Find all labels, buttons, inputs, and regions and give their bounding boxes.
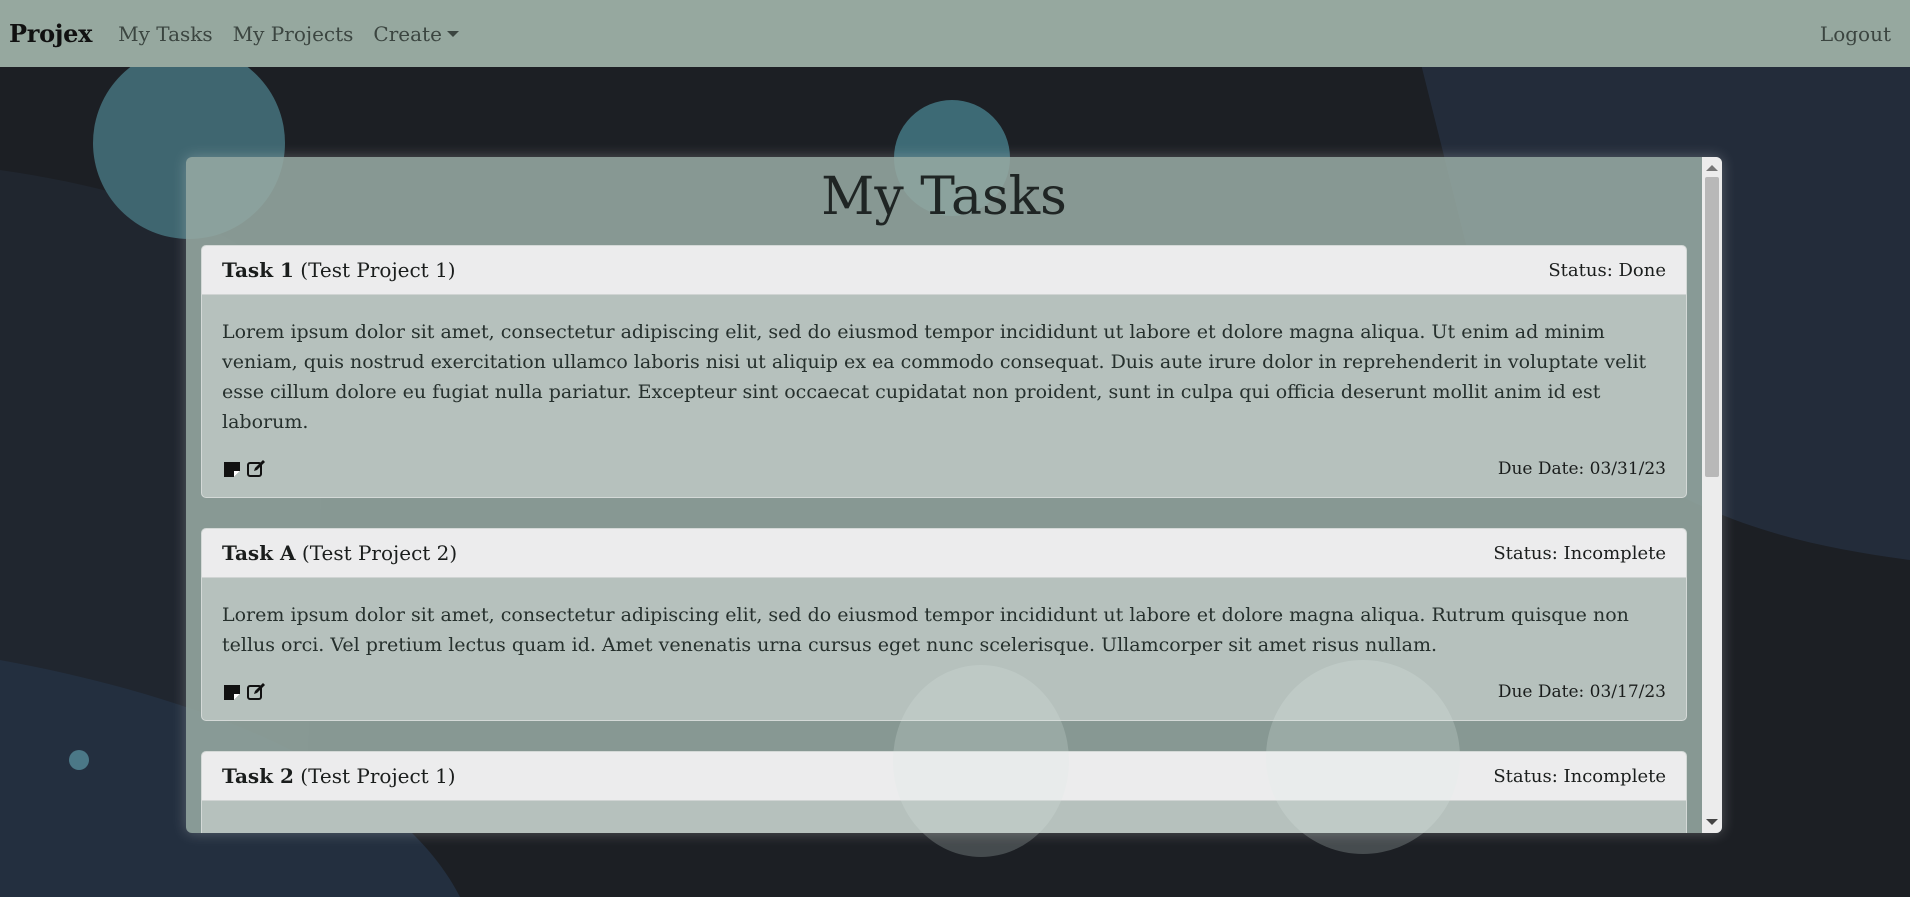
task-status: Status: Incomplete [1493,765,1666,787]
task-description: Lorem ipsum dolor sit amet, consectetur … [222,604,1629,656]
task-status: Status: Incomplete [1493,542,1666,564]
scroll-down-arrow-icon[interactable] [1706,819,1718,825]
task-project: (Test Project 1) [300,258,456,282]
task-title: Task 1 (Test Project 1) [222,258,456,282]
task-card-header: Task 1 (Test Project 1) Status: Done [202,246,1686,295]
scrollbar-thumb[interactable] [1705,177,1719,477]
tasks-panel: My Tasks Task 1 (Test Project 1) Status:… [186,157,1722,833]
edit-icon[interactable] [246,459,266,479]
sticky-note-icon[interactable] [222,459,242,479]
task-title: Task A (Test Project 2) [222,541,457,565]
caret-down-icon [446,30,459,37]
task-card-header: Task A (Test Project 2) Status: Incomple… [202,529,1686,578]
top-navbar: Projex My Tasks My Projects Create Logou… [0,0,1910,67]
scroll-up-arrow-icon[interactable] [1706,165,1718,171]
task-card-body: Lorem ipsum dolor sit amet, consectetur … [202,578,1686,720]
task-card: Task 2 (Test Project 1) Status: Incomple… [201,751,1687,833]
task-actions [222,682,266,702]
task-card-header: Task 2 (Test Project 1) Status: Incomple… [202,752,1686,801]
task-card: Task A (Test Project 2) Status: Incomple… [201,528,1687,721]
task-card-footer: Due Date: 03/31/23 [222,459,1666,479]
task-description: Lorem ipsum dolor sit amet, consectetur … [222,321,1647,433]
tasks-scroll-area[interactable]: My Tasks Task 1 (Test Project 1) Status:… [186,157,1702,833]
logout-link[interactable]: Logout [1820,22,1891,46]
page-title: My Tasks [821,167,1067,227]
task-project: (Test Project 2) [301,541,458,565]
panel-scrollbar[interactable] [1702,157,1722,833]
nav-my-projects[interactable]: My Projects [233,22,354,46]
edit-icon[interactable] [246,682,266,702]
brand-logo[interactable]: Projex [9,19,92,48]
task-card-body: Lorem ipsum dolor sit amet, consectetur … [202,295,1686,497]
task-name[interactable]: Task 2 [222,764,294,788]
task-actions [222,459,266,479]
task-card-footer: Due Date: 03/17/23 [222,682,1666,702]
task-name[interactable]: Task A [222,541,296,565]
task-due-date: Due Date: 03/17/23 [1497,682,1666,702]
task-name[interactable]: Task 1 [222,258,294,282]
task-project: (Test Project 1) [300,764,456,788]
task-status: Status: Done [1548,259,1666,281]
task-title: Task 2 (Test Project 1) [222,764,456,788]
task-due-date: Due Date: 03/31/23 [1497,459,1666,479]
sticky-note-icon[interactable] [222,682,242,702]
nav-my-tasks[interactable]: My Tasks [118,22,213,46]
task-card: Task 1 (Test Project 1) Status: Done Lor… [201,245,1687,498]
nav-create-dropdown[interactable]: Create [373,22,459,46]
task-card-body [202,801,1686,833]
create-label: Create [373,21,442,46]
